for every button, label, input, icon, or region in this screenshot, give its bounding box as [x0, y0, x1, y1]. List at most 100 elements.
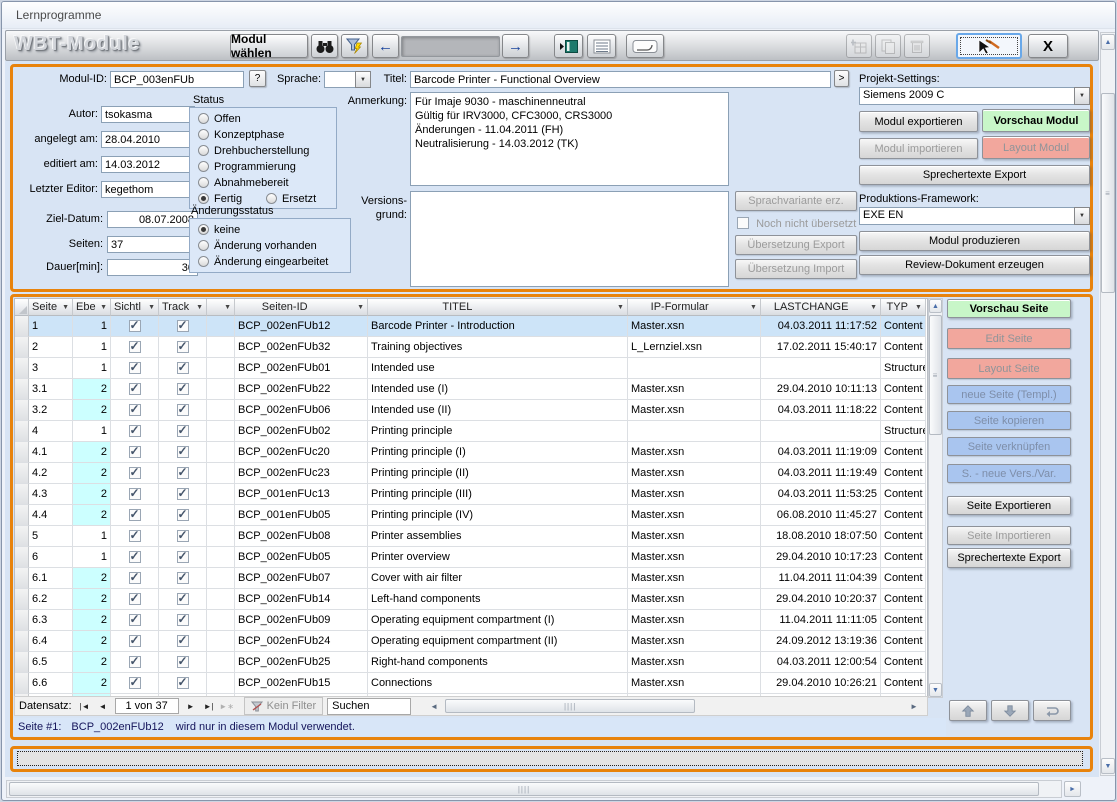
- checkbox-icon[interactable]: [177, 530, 189, 542]
- table-row[interactable]: 6.12BCP_002enFUb07Cover with air filterM…: [15, 568, 927, 589]
- chevron-down-icon[interactable]: ▼: [748, 304, 757, 311]
- titel-input[interactable]: [410, 71, 831, 88]
- chevron-down-icon[interactable]: ▼: [222, 304, 231, 311]
- cell-seiten-id[interactable]: BCP_002enFUb07: [235, 568, 368, 589]
- cell-seiten-id[interactable]: BCP_001enFUc13: [235, 484, 368, 505]
- scroll-down-icon[interactable]: ▼: [1101, 758, 1115, 774]
- cell-seite[interactable]: 6.3: [29, 610, 73, 631]
- cell-ip-formular[interactable]: Master.xsn: [628, 442, 761, 463]
- checkbox-icon[interactable]: [177, 509, 189, 521]
- cell-titel[interactable]: Right-hand components: [368, 652, 628, 673]
- cell-blank[interactable]: [207, 484, 235, 505]
- cell-sichtl[interactable]: [111, 673, 159, 694]
- cell-typ[interactable]: Content: [881, 652, 926, 673]
- cell-seite[interactable]: 3.2: [29, 400, 73, 421]
- checkbox-icon[interactable]: [177, 446, 189, 458]
- cell-seiten-id[interactable]: BCP_002enFUb02: [235, 421, 368, 442]
- chevron-down-icon[interactable]: ▼: [1074, 87, 1090, 105]
- col-header-blank[interactable]: ▼: [207, 299, 235, 316]
- checkbox-icon[interactable]: [177, 551, 189, 563]
- cell-seiten-id[interactable]: BCP_002enFUb24: [235, 631, 368, 652]
- window-horizontal-scrollbar[interactable]: ||||: [6, 780, 1062, 798]
- table-row[interactable]: 3.12BCP_002enFUb22Intended use (I)Master…: [15, 379, 927, 400]
- cell-seite[interactable]: 1: [29, 316, 73, 337]
- seite-exportieren-button[interactable]: Seite Exportieren: [947, 496, 1071, 515]
- cell-titel[interactable]: Printing principle (IV): [368, 505, 628, 526]
- cell-sichtl[interactable]: [111, 379, 159, 400]
- cell-typ[interactable]: Content: [881, 484, 926, 505]
- checkbox-icon[interactable]: [177, 425, 189, 437]
- cell-ip-formular[interactable]: [628, 358, 761, 379]
- cell-track[interactable]: [159, 610, 207, 631]
- cell-seiten-id[interactable]: BCP_002enFUb32: [235, 337, 368, 358]
- cell-titel[interactable]: Left-hand components: [368, 589, 628, 610]
- radio-option-ersetzt[interactable]: Ersetzt: [266, 193, 316, 205]
- cell-typ[interactable]: Content: [881, 400, 926, 421]
- cell-blank[interactable]: [207, 442, 235, 463]
- cell-seiten-id[interactable]: BCP_002enFUb14: [235, 589, 368, 610]
- cell-track[interactable]: [159, 505, 207, 526]
- cell-titel[interactable]: Intended use (I): [368, 379, 628, 400]
- cell-sichtl[interactable]: [111, 358, 159, 379]
- checkbox-icon[interactable]: [129, 362, 141, 374]
- table-row[interactable]: 21BCP_002enFUb32Training objectivesL_Ler…: [15, 337, 927, 358]
- cell-titel[interactable]: Printing principle (II): [368, 463, 628, 484]
- cell-track[interactable]: [159, 484, 207, 505]
- row-selector[interactable]: [15, 316, 29, 337]
- col-header-track[interactable]: Track▼: [159, 299, 207, 316]
- row-selector[interactable]: [15, 526, 29, 547]
- radio-option-konzeptphase[interactable]: Konzeptphase: [198, 129, 284, 141]
- cell-ebe[interactable]: 2: [73, 631, 111, 652]
- renumber-pages-button[interactable]: [1033, 700, 1071, 721]
- row-selector[interactable]: [15, 400, 29, 421]
- chevron-down-icon[interactable]: ▼: [615, 304, 624, 311]
- cell-ebe[interactable]: 2: [73, 505, 111, 526]
- cell-blank[interactable]: [207, 421, 235, 442]
- cell-blank[interactable]: [207, 526, 235, 547]
- cell-titel[interactable]: Training objectives: [368, 337, 628, 358]
- chevron-down-icon[interactable]: ▼: [913, 304, 922, 311]
- cell-track[interactable]: [159, 316, 207, 337]
- col-header-lastchange[interactable]: LASTCHANGE▼: [761, 299, 881, 316]
- scroll-up-icon[interactable]: ▲: [929, 299, 942, 313]
- cell-ip-formular[interactable]: [628, 421, 761, 442]
- modul-id-help-button[interactable]: ?: [249, 70, 266, 87]
- cell-seite[interactable]: 4.1: [29, 442, 73, 463]
- cell-ebe[interactable]: 2: [73, 589, 111, 610]
- cell-seite[interactable]: 6.4: [29, 631, 73, 652]
- checkbox-icon[interactable]: [129, 551, 141, 563]
- radio-icon[interactable]: [198, 177, 209, 188]
- checkbox-icon[interactable]: [177, 362, 189, 374]
- cell-sichtl[interactable]: [111, 316, 159, 337]
- cell-titel[interactable]: Printing principle: [368, 421, 628, 442]
- modul-produzieren-button[interactable]: Modul produzieren: [859, 231, 1090, 251]
- cell-typ[interactable]: Content: [881, 337, 926, 358]
- cell-seite[interactable]: 6.2: [29, 589, 73, 610]
- cell-sichtl[interactable]: [111, 505, 159, 526]
- cell-track[interactable]: [159, 379, 207, 400]
- cell-lastchange[interactable]: 04.03.2011 11:18:22: [761, 400, 881, 421]
- radio-option-nderungeingearbeitet[interactable]: Änderung eingearbeitet: [198, 256, 328, 268]
- cell-ip-formular[interactable]: Master.xsn: [628, 526, 761, 547]
- radio-icon[interactable]: [198, 224, 209, 235]
- cell-typ[interactable]: Structure: [881, 421, 926, 442]
- cell-seite[interactable]: 6: [29, 547, 73, 568]
- cell-track[interactable]: [159, 589, 207, 610]
- angelegt-am-input[interactable]: [101, 131, 195, 148]
- row-selector[interactable]: [15, 547, 29, 568]
- titel-more-button[interactable]: >: [834, 70, 849, 87]
- radio-icon[interactable]: [198, 240, 209, 251]
- row-selector[interactable]: [15, 505, 29, 526]
- cell-typ[interactable]: Content: [881, 463, 926, 484]
- cell-lastchange[interactable]: 18.08.2010 18:07:50: [761, 526, 881, 547]
- seiten-input[interactable]: [107, 236, 198, 253]
- chevron-down-icon[interactable]: ▼: [60, 304, 69, 311]
- cell-ip-formular[interactable]: Master.xsn: [628, 610, 761, 631]
- cell-titel[interactable]: Connections: [368, 673, 628, 694]
- anmerkung-textarea[interactable]: Für Imaje 9030 - maschinenneutral Gültig…: [410, 92, 729, 186]
- radio-icon[interactable]: [198, 145, 209, 156]
- cell-ebe[interactable]: 2: [73, 610, 111, 631]
- checkbox-icon[interactable]: [129, 488, 141, 500]
- cell-sichtl[interactable]: [111, 610, 159, 631]
- cell-titel[interactable]: Intended use (II): [368, 400, 628, 421]
